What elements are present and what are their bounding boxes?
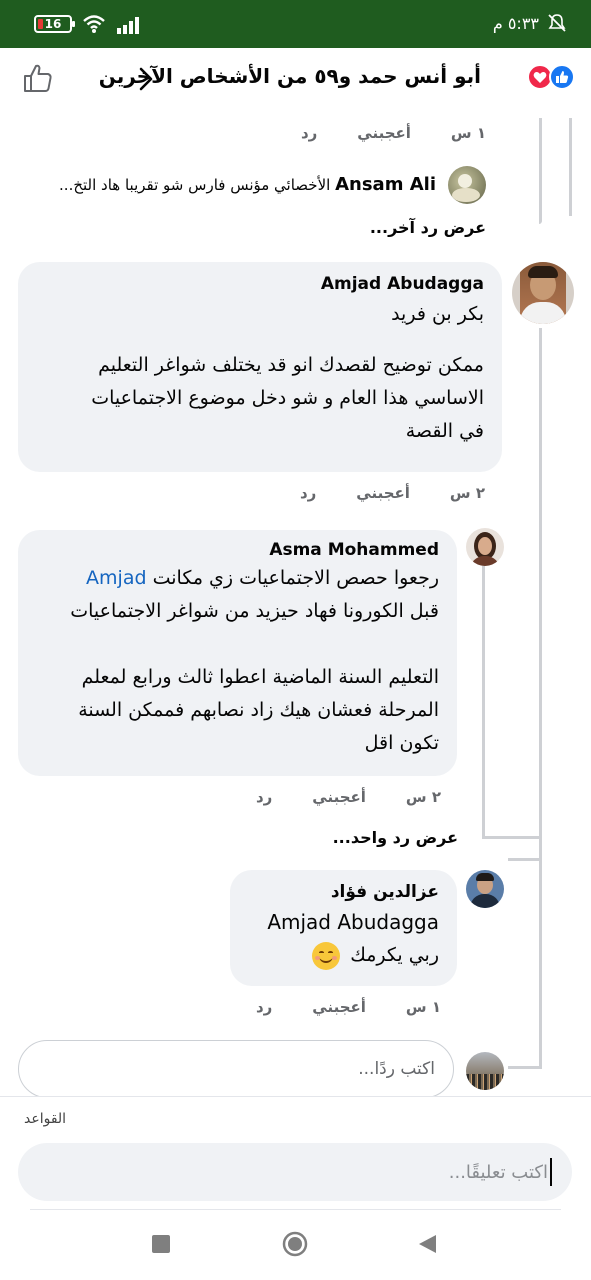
reply-button[interactable]: رد	[300, 484, 316, 502]
thread-line	[482, 538, 485, 838]
comment-placeholder: اكتب تعليقًا...	[448, 1161, 548, 1183]
avatar[interactable]	[512, 262, 574, 324]
comment-text-line: رجعوا حصص الاجتماعيات زي مكانت Amjad	[36, 562, 439, 595]
clock: ٥:٣٣ م	[492, 13, 539, 33]
comment-text: الاساسي هذا العام و شو دخل موضوع الاجتما…	[91, 387, 484, 409]
home-icon[interactable]	[282, 1231, 308, 1257]
comment-text: التعليم السنة الماضية اعطوا ثالث ورابع ل…	[81, 666, 439, 688]
rules-label[interactable]: القواعد	[24, 1111, 66, 1127]
reply-input[interactable]: اكتب ردًا...	[18, 1040, 454, 1096]
comment-text: تكون اقل	[364, 732, 439, 754]
thread-line	[539, 118, 542, 224]
comment-text: المرحلة فعشان هيك زاد نصابهم فممكن السنة	[78, 699, 439, 721]
comment-bubble[interactable]: عزالدين فؤاد Amjad Abudagga ربي يكرمك	[230, 870, 457, 986]
page-title[interactable]: أبو أنس حمد و٥٩ من الأشخاص الآخرين	[99, 64, 481, 88]
comment-input[interactable]: اكتب تعليقًا...	[18, 1143, 572, 1201]
status-bar: 16 ٥:٣٣ م	[0, 0, 591, 48]
nested-reply-text: الأخصائي مؤنس فارس شو تقريبا هاد التخ...	[59, 176, 331, 194]
status-icons-left: 16	[34, 14, 144, 34]
avatar	[466, 1052, 504, 1090]
thread-line	[508, 1066, 542, 1069]
mention-link[interactable]: بكر بن فريد	[36, 298, 484, 331]
reaction-icons[interactable]	[513, 64, 575, 90]
like-button[interactable]: أعجبني	[312, 998, 366, 1016]
view-more-replies[interactable]: عرض رد واحد...	[333, 828, 458, 847]
battery-icon: 16	[34, 15, 75, 33]
comment-author[interactable]: Asma Mohammed	[36, 540, 439, 560]
thread-line	[569, 118, 572, 216]
comment-text: ممكن توضيح لقصدك انو قد يختلف شواغر التع…	[98, 354, 484, 376]
comment-bubble[interactable]: Asma Mohammed رجعوا حصص الاجتماعيات زي م…	[18, 530, 457, 776]
avatar[interactable]	[448, 166, 486, 204]
comment-time: ١ س	[405, 998, 441, 1016]
status-icons-right: ٥:٣٣ م	[493, 13, 567, 33]
thread-line	[508, 858, 542, 861]
divider	[30, 1209, 561, 1210]
android-nav-bar	[0, 1212, 591, 1280]
reply-button[interactable]: رد	[301, 124, 317, 142]
battery-text: 16	[44, 17, 62, 31]
like-icon	[549, 64, 575, 90]
nested-reply-preview[interactable]: Ansam Ali الأخصائي مؤنس فارس شو تقريبا ه…	[59, 174, 436, 195]
reply-button[interactable]: رد	[256, 998, 272, 1016]
comment-text	[36, 628, 439, 661]
comment-text: رجعوا حصص الاجتماعيات زي مكانت	[152, 567, 439, 589]
like-button[interactable]: أعجبني	[312, 788, 366, 806]
avatar[interactable]	[466, 870, 504, 908]
thumbs-up-icon[interactable]	[22, 62, 54, 94]
comment-time: ١ س	[450, 124, 486, 142]
recents-icon[interactable]	[151, 1234, 171, 1254]
signal-icon	[117, 17, 139, 34]
thread-line	[482, 836, 542, 839]
comment-header: أبو أنس حمد و٥٩ من الأشخاص الآخرين	[0, 48, 591, 118]
avatar[interactable]	[466, 528, 504, 566]
mention-link[interactable]: Amjad Abudagga	[248, 906, 439, 939]
smile-emoji-icon	[312, 941, 341, 970]
comment-text: ربي يكرمك	[350, 944, 439, 966]
back-icon[interactable]	[416, 1233, 438, 1255]
comment-author[interactable]: عزالدين فؤاد	[248, 882, 439, 902]
nested-reply-author: Ansam Ali	[335, 174, 436, 195]
comment-actions: ٢ س أعجبني رد	[300, 484, 485, 502]
comment-text: في القصة	[405, 420, 484, 442]
like-button[interactable]: أعجبني	[357, 124, 411, 142]
text-cursor	[550, 1158, 552, 1186]
comment-actions: ٢ س أعجبني رد	[256, 788, 441, 806]
wifi-icon	[83, 15, 105, 33]
mute-bell-icon	[548, 14, 566, 32]
reply-placeholder: اكتب ردًا...	[358, 1059, 435, 1079]
chevron-right-icon[interactable]	[134, 66, 156, 92]
comment-text: قبل الكورونا فهاد حيزيد من شواغر الاجتما…	[70, 600, 439, 622]
comment-time: ٢ س	[449, 484, 485, 502]
comment-author[interactable]: Amjad Abudagga	[36, 274, 484, 294]
comment-actions: ١ س أعجبني رد	[256, 998, 441, 1016]
reply-button[interactable]: رد	[256, 788, 272, 806]
comment-bubble[interactable]: Amjad Abudagga بكر بن فريد ممكن توضيح لق…	[18, 262, 502, 472]
comment-thread: ١ س أعجبني رد Ansam Ali الأخصائي مؤنس فا…	[0, 118, 591, 1096]
thread-line	[539, 328, 542, 1066]
comment-actions: ١ س أعجبني رد	[301, 124, 486, 142]
mention-link[interactable]: Amjad	[86, 567, 147, 589]
like-button[interactable]: أعجبني	[356, 484, 410, 502]
comment-time: ٢ س	[405, 788, 441, 806]
view-more-replies[interactable]: عرض رد آخر...	[370, 218, 486, 237]
comment-text-line: ربي يكرمك	[248, 939, 439, 972]
